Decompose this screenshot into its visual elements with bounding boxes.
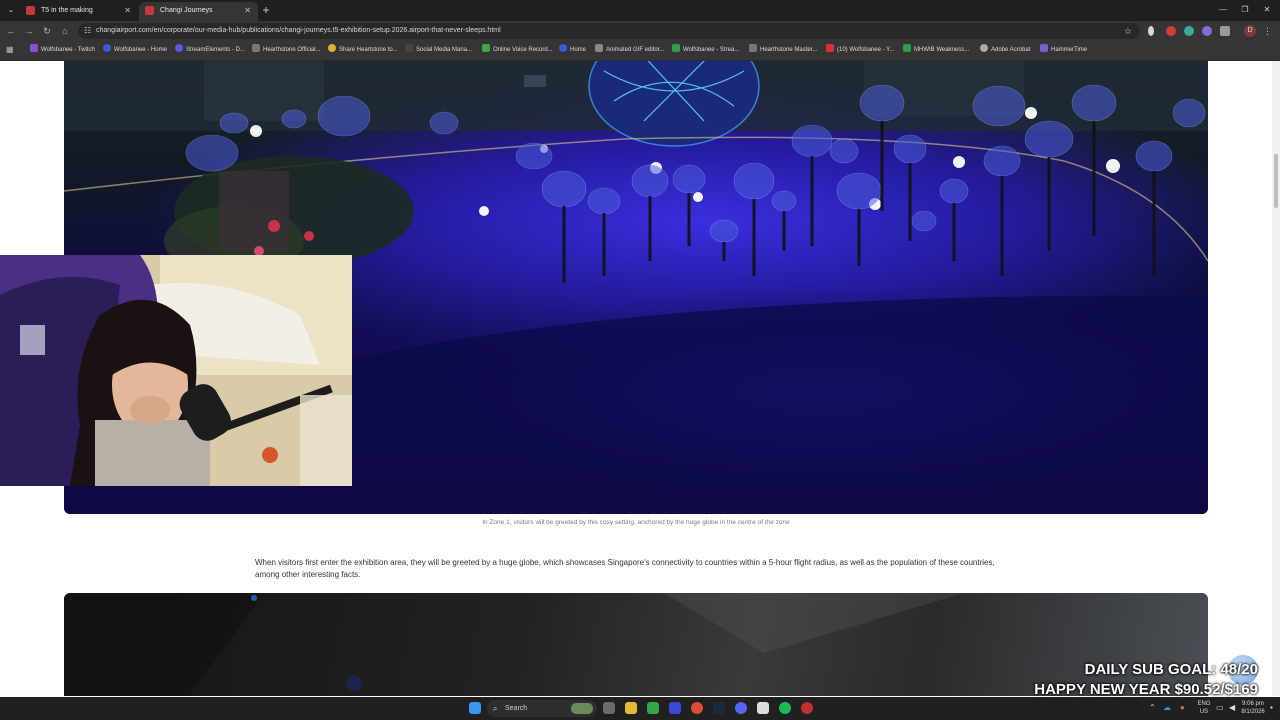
share-icon — [328, 44, 336, 52]
new-tab-button[interactable]: + — [259, 3, 273, 17]
clock[interactable]: 9:06 pm 8/1/2026 — [1240, 700, 1266, 716]
url-text: changiairport.com/en/corporate/our-media… — [96, 27, 501, 34]
minimize-icon[interactable]: — — [1214, 3, 1232, 17]
bookmark-item[interactable]: Animated GIF editor... — [595, 44, 664, 56]
back-icon[interactable]: ← — [4, 24, 18, 38]
maximize-icon[interactable]: ❐ — [1236, 3, 1254, 17]
tab-close-icon[interactable]: ✕ — [124, 2, 131, 19]
facebook-icon — [559, 44, 567, 52]
daily-sub-goal: DAILY SUB GOAL: 48/20 — [1084, 661, 1258, 678]
hammertime-icon — [1040, 44, 1048, 52]
file-explorer-icon[interactable] — [625, 702, 637, 714]
tray-cloud-icon[interactable]: ☁ — [1163, 703, 1171, 713]
bookmark-item[interactable]: Social Media Mana... — [405, 44, 472, 56]
lang-top: ENG — [1197, 701, 1211, 707]
bookmark-item[interactable]: HammerTime — [1040, 44, 1087, 56]
language-indicator[interactable]: ENG US — [1195, 700, 1213, 716]
scrollbar-thumb[interactable] — [1274, 154, 1278, 208]
bookmark-item[interactable]: Wolfsbanee - Strea... — [672, 44, 739, 56]
profile-avatar[interactable]: D — [1244, 25, 1256, 37]
tab-changi-journeys[interactable]: Changi Journeys ✕ — [139, 2, 258, 21]
extensions-puzzle-icon[interactable] — [1220, 26, 1230, 36]
browser-toolbar: ← → ↻ ⌂ ☷ changiairport.com/en/corporate… — [0, 21, 1280, 41]
app-icon[interactable] — [647, 702, 659, 714]
notification-icon[interactable]: ▪ — [1270, 703, 1273, 713]
microphone-icon[interactable]: ● — [1180, 703, 1185, 713]
clock-time: 9:06 pm — [1242, 701, 1264, 707]
forward-icon[interactable]: → — [22, 24, 36, 38]
tab-title: T5 in the making — [41, 7, 93, 14]
address-bar[interactable]: ☷ changiairport.com/en/corporate/our-med… — [78, 23, 1140, 39]
recorder-icon — [482, 44, 490, 52]
gif-icon — [595, 44, 603, 52]
bookmark-item[interactable]: Wolfsbanee - Home — [103, 44, 167, 56]
apps-grid-icon[interactable]: ▦ — [6, 45, 15, 54]
twitch-icon — [30, 44, 38, 52]
bookmark-item[interactable]: Home — [559, 44, 586, 56]
app-icon[interactable] — [757, 702, 769, 714]
browser-tab-strip: ⌄ T5 in the making ✕ Changi Journeys ✕ +… — [0, 0, 1280, 21]
zoom-icon[interactable] — [669, 702, 681, 714]
sheet-icon — [672, 44, 680, 52]
window-close-icon[interactable]: ✕ — [1258, 3, 1276, 17]
steam-icon[interactable] — [713, 702, 725, 714]
tab-t5-in-the-making[interactable]: T5 in the making ✕ — [20, 2, 138, 21]
lang-bottom: US — [1199, 709, 1209, 715]
page-icon — [252, 44, 260, 52]
acrobat-icon — [980, 44, 988, 52]
bookmark-item[interactable]: Hearthstone Official... — [252, 44, 321, 56]
tab-close-icon[interactable]: ✕ — [244, 2, 251, 19]
tab-title: Changi Journeys — [160, 7, 213, 14]
reload-icon[interactable]: ↻ — [40, 24, 54, 38]
bookmark-item[interactable]: Online Voice Record... — [482, 44, 553, 56]
stream-goal-overlay: DAILY SUB GOAL: 48/20 HAPPY NEW YEAR $90… — [1034, 660, 1258, 700]
clock-date: 8/1/2026 — [1241, 709, 1265, 715]
bookmark-item[interactable]: Adobe Acrobat — [980, 44, 1030, 56]
task-view-icon[interactable] — [603, 702, 615, 714]
home-icon[interactable]: ⌂ — [58, 24, 72, 38]
page-icon — [405, 44, 413, 52]
facebook-icon — [103, 44, 111, 52]
streamelements-icon — [175, 44, 183, 52]
search-highlight-icon — [571, 703, 593, 714]
taskbar-search[interactable]: ⌕ Search — [487, 700, 597, 717]
discord-icon[interactable] — [735, 702, 747, 714]
tab-favicon-icon — [145, 6, 154, 15]
windows-start-icon[interactable] — [469, 702, 481, 714]
extension-icon[interactable] — [1184, 26, 1194, 36]
sheet-icon — [903, 44, 911, 52]
extension-icon[interactable] — [1202, 26, 1212, 36]
article-paragraph: When visitors first enter the exhibition… — [255, 558, 995, 579]
tray-chevron-icon[interactable]: ⌃ — [1149, 703, 1156, 713]
spotify-icon[interactable] — [779, 702, 791, 714]
webcam-overlay — [0, 255, 352, 486]
search-label: Search — [505, 705, 528, 712]
windows-taskbar: ⌕ Search ⌃ ☁ ● ENG US ▭ ◀ 9:06 pm 8/1/20… — [0, 697, 1280, 720]
site-info-icon[interactable]: ☷ — [84, 25, 91, 37]
bookmark-item[interactable]: (10) Wolfsbanee - Y... — [826, 44, 894, 56]
image-caption: In Zone 1, visitors will be greeted by t… — [482, 519, 790, 526]
volume-icon[interactable]: ◀ — [1229, 703, 1235, 713]
chrome-icon[interactable] — [691, 702, 703, 714]
bookmark-item[interactable]: MHWIB Weakness... — [903, 44, 969, 56]
tab-favicon-icon — [26, 6, 35, 15]
youtube-icon — [826, 44, 834, 52]
bookmark-item[interactable]: Share Heartstone to... — [328, 44, 398, 56]
network-icon[interactable]: ▭ — [1216, 703, 1224, 713]
bookmark-item[interactable]: Wolfsbanee - Twitch — [30, 44, 95, 56]
tab-search-icon[interactable]: ⌄ — [5, 4, 17, 16]
extension-icon[interactable] — [1148, 26, 1154, 36]
bookmark-item[interactable]: StreamElements - D... — [175, 44, 245, 56]
webcam-streamer-image — [0, 255, 352, 486]
browser-menu-icon[interactable]: ⋮ — [1263, 24, 1272, 38]
app-icon[interactable] — [801, 702, 813, 714]
search-icon: ⌕ — [493, 704, 498, 713]
bookmarks-bar: ▦ Wolfsbanee - Twitch Wolfsbanee - Home … — [0, 41, 1280, 61]
page-icon — [749, 44, 757, 52]
bookmark-star-icon[interactable]: ☆ — [1124, 23, 1132, 39]
extension-icon[interactable] — [1166, 26, 1176, 36]
bookmark-item[interactable]: Hearthstone Master... — [749, 44, 817, 56]
